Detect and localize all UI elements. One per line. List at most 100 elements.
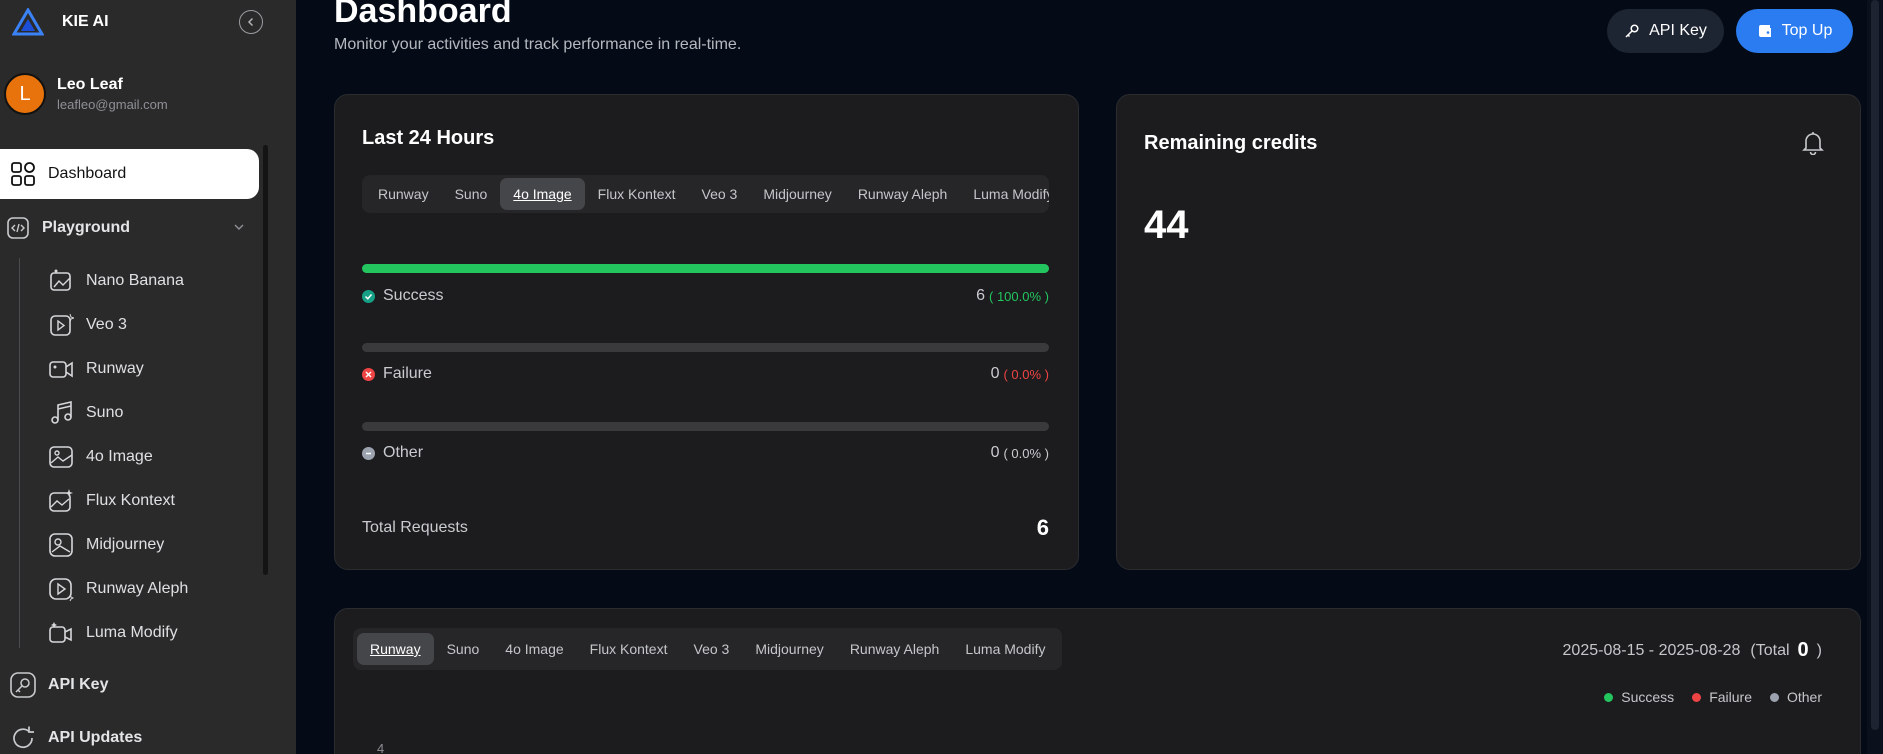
sidebar-item-label: API Updates — [48, 729, 143, 746]
image-edit-icon — [50, 269, 71, 291]
sidebar-item-runway-aleph[interactable]: Runway Aleph — [48, 575, 188, 603]
total-suffix: ) — [1816, 641, 1822, 659]
success-check-icon — [362, 289, 375, 303]
sidebar-item-label: Suno — [86, 404, 124, 421]
video-camera-icon — [49, 361, 73, 378]
sidebar-item-veo-3[interactable]: Veo 3 — [48, 311, 127, 339]
sidebar-item-suno[interactable]: Suno — [48, 399, 123, 427]
tab-runway[interactable]: Runway — [365, 178, 442, 210]
legend-other[interactable]: Other — [1769, 689, 1822, 705]
stat-label: Other — [383, 444, 424, 461]
sidebar-item-label: Runway Aleph — [86, 580, 189, 597]
key-icon — [10, 672, 36, 698]
model-tabs: Runway Suno 4o Image Flux Kontext Veo 3 Midjo… — [362, 175, 1049, 213]
total-requests-value: 6 — [1036, 515, 1049, 540]
sidebar-item-label: Playground — [42, 219, 131, 236]
sidebar-item-dashboard[interactable]: Dashboard — [0, 149, 259, 199]
sidebar-item-luma-modify[interactable]: Luma Modify — [48, 619, 178, 647]
failure-x-icon — [362, 367, 375, 381]
sidebar-item-runway[interactable]: Runway — [48, 355, 144, 383]
collapse-sidebar-button[interactable] — [239, 10, 263, 34]
bell-icon[interactable] — [1802, 131, 1824, 155]
grid-icon — [11, 162, 35, 186]
image-frame-icon — [49, 533, 73, 557]
api-key-button[interactable]: API Key — [1607, 9, 1724, 53]
total-prefix: (Total — [1750, 641, 1790, 659]
history-tab-4o-image[interactable]: 4o Image — [492, 633, 576, 665]
image-icon — [49, 446, 73, 468]
page-scrollbar[interactable] — [1867, 0, 1883, 754]
refresh-icon — [13, 726, 34, 749]
history-tab-runway[interactable]: Runway — [357, 633, 434, 665]
tab-runway-aleph[interactable]: Runway Aleph — [845, 178, 961, 210]
sidebar-item-label: API Key — [48, 676, 109, 693]
tab-luma-modify[interactable]: Luma Modify — [960, 178, 1049, 210]
user-profile[interactable]: L Leo Leaf leafleo@gmail.com — [4, 73, 168, 115]
history-tab-veo-3[interactable]: Veo 3 — [681, 633, 743, 665]
other-bar — [362, 422, 1049, 431]
legend-label: Failure — [1709, 689, 1752, 705]
brand[interactable]: KIE AI — [12, 8, 109, 36]
other-minus-icon — [362, 446, 375, 460]
legend-failure[interactable]: Failure — [1692, 689, 1752, 705]
total-requests-label: Total Requests — [362, 519, 468, 536]
history-total-value: 0 — [1797, 639, 1809, 661]
usage-history-card: Runway Suno 4o Image Flux Kontext Veo 3 Midjo… — [334, 608, 1861, 754]
page-title: Dashboard — [334, 0, 512, 30]
legend-dot — [1769, 692, 1779, 702]
user-email: leafleo@gmail.com — [57, 97, 168, 112]
sidebar-scrollbar[interactable] — [263, 145, 268, 575]
credits-value: 44 — [1144, 203, 1189, 247]
image-sparkle-icon — [49, 489, 73, 512]
legend-dot — [1604, 692, 1614, 702]
sidebar-item-midjourney[interactable]: Midjourney — [48, 531, 164, 559]
card-title: Remaining credits — [1144, 132, 1318, 154]
key-icon — [1625, 24, 1639, 38]
history-model-tabs: Runway Suno 4o Image Flux Kontext Veo 3 Midjo… — [353, 628, 1063, 670]
page-subtitle: Monitor your activities and track perfor… — [334, 36, 742, 53]
tab-4o-image[interactable]: 4o Image — [500, 178, 585, 210]
sidebar-item-flux-kontext[interactable]: Flux Kontext — [48, 487, 175, 515]
api-key-button-label: API Key — [1649, 22, 1707, 39]
history-tab-luma-modify[interactable]: Luma Modify — [952, 633, 1058, 665]
sidebar-item-label: Dashboard — [48, 165, 127, 182]
remaining-credits-card: Remaining credits 44 — [1116, 94, 1861, 570]
page-scrollbar-thumb[interactable] — [1871, 0, 1879, 730]
chevron-down-icon — [234, 224, 244, 230]
success-bar — [362, 264, 1049, 273]
wallet-icon — [1758, 25, 1771, 37]
history-tab-midjourney[interactable]: Midjourney — [742, 633, 836, 665]
tab-midjourney[interactable]: Midjourney — [750, 178, 844, 210]
sidebar-item-api-key[interactable]: API Key — [10, 672, 108, 698]
sidebar-item-api-updates[interactable]: API Updates — [10, 725, 142, 751]
avatar: L — [4, 73, 46, 115]
tab-suno[interactable]: Suno — [442, 178, 501, 210]
chevron-left-icon — [247, 17, 254, 27]
history-tab-flux-kontext[interactable]: Flux Kontext — [577, 633, 681, 665]
history-tab-runway-aleph[interactable]: Runway Aleph — [837, 633, 953, 665]
sidebar-item-label: Nano Banana — [86, 272, 184, 289]
y-axis-tick: 4 — [377, 741, 385, 754]
sidebar-item-label: Luma Modify — [86, 624, 178, 641]
stat-value: 0 — [990, 365, 1000, 382]
stat-percent: ( 100.0% ) — [989, 288, 1049, 304]
date-range: 2025-08-15 - 2025-08-28 (Total 0 ) — [1563, 639, 1822, 662]
sidebar-item-playground[interactable]: Playground — [6, 216, 246, 240]
sidebar-item-nano-banana[interactable]: Nano Banana — [48, 267, 184, 295]
sidebar-item-label: Runway — [86, 360, 144, 377]
date-range-text: 2025-08-15 - 2025-08-28 — [1562, 641, 1741, 659]
sidebar: KIE AI L Leo Leaf leafleo@gmail.com Dash… — [0, 0, 296, 754]
stat-label: Success — [383, 287, 444, 304]
legend-success[interactable]: Success — [1604, 689, 1674, 705]
success-stat: Success 6 ( 100.0% ) — [362, 285, 1049, 307]
tab-veo-3[interactable]: Veo 3 — [689, 178, 751, 210]
sidebar-item-label: 4o Image — [86, 448, 153, 465]
top-up-button[interactable]: Top Up — [1736, 9, 1853, 53]
video-sparkle-icon — [50, 313, 74, 336]
history-tab-suno[interactable]: Suno — [434, 633, 493, 665]
sidebar-item-4o-image[interactable]: 4o Image — [48, 443, 153, 471]
tab-flux-kontext[interactable]: Flux Kontext — [585, 178, 689, 210]
legend-label: Success — [1621, 689, 1675, 705]
card-title: Last 24 Hours — [362, 127, 495, 149]
last-24-hours-card: Last 24 Hours Runway Suno 4o Image Flux Kon… — [334, 94, 1079, 570]
